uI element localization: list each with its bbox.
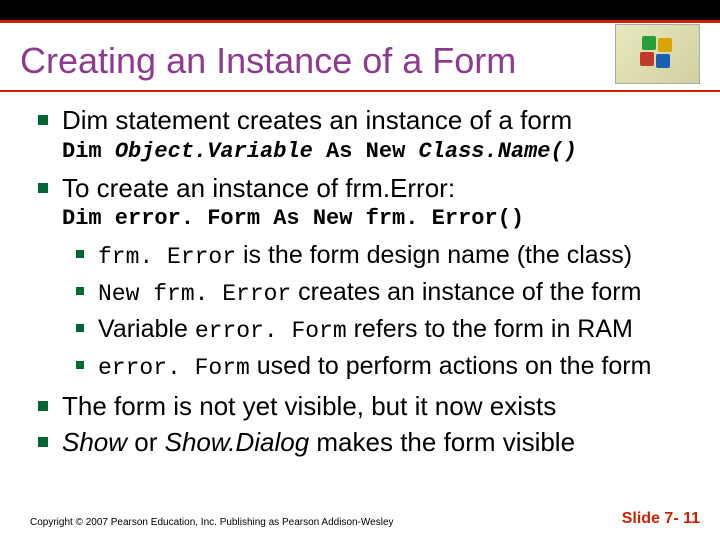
sub-bullet-variable-ram: Variable error. Form refers to the form … bbox=[70, 313, 700, 347]
bullet-create-frmerror: To create an instance of frm.Error: bbox=[30, 172, 700, 205]
bullet-show-dialog: Show or Show.Dialog makes the form visib… bbox=[30, 426, 700, 459]
slide: Creating an Instance of a Form Dim state… bbox=[0, 0, 720, 540]
sub-bullet-new-instance: New frm. Error creates an instance of th… bbox=[70, 276, 700, 310]
top-bar bbox=[0, 0, 720, 23]
footer-slide-number: Slide 7- 11 bbox=[622, 510, 700, 528]
sub-bullet-design-name: frm. Error is the form design name (the … bbox=[70, 239, 700, 273]
bullet-dim-statement: Dim statement creates an instance of a f… bbox=[30, 104, 700, 137]
footer-copyright: Copyright © 2007 Pearson Education, Inc.… bbox=[30, 517, 394, 528]
code-dim-errorform: Dim error. Form As New frm. Error() bbox=[62, 206, 700, 231]
slide-title: Creating an Instance of a Form bbox=[20, 40, 516, 82]
sub-bullet-perform-actions: error. Form used to perform actions on t… bbox=[70, 350, 700, 384]
book-logo-icon bbox=[615, 24, 700, 84]
content-area: Dim statement creates an instance of a f… bbox=[30, 100, 700, 461]
code-dim-template: Dim Object.Variable As New Class.Name() bbox=[62, 139, 700, 164]
bullet-not-visible: The form is not yet visible, but it now … bbox=[30, 390, 700, 423]
title-underline bbox=[0, 90, 720, 92]
